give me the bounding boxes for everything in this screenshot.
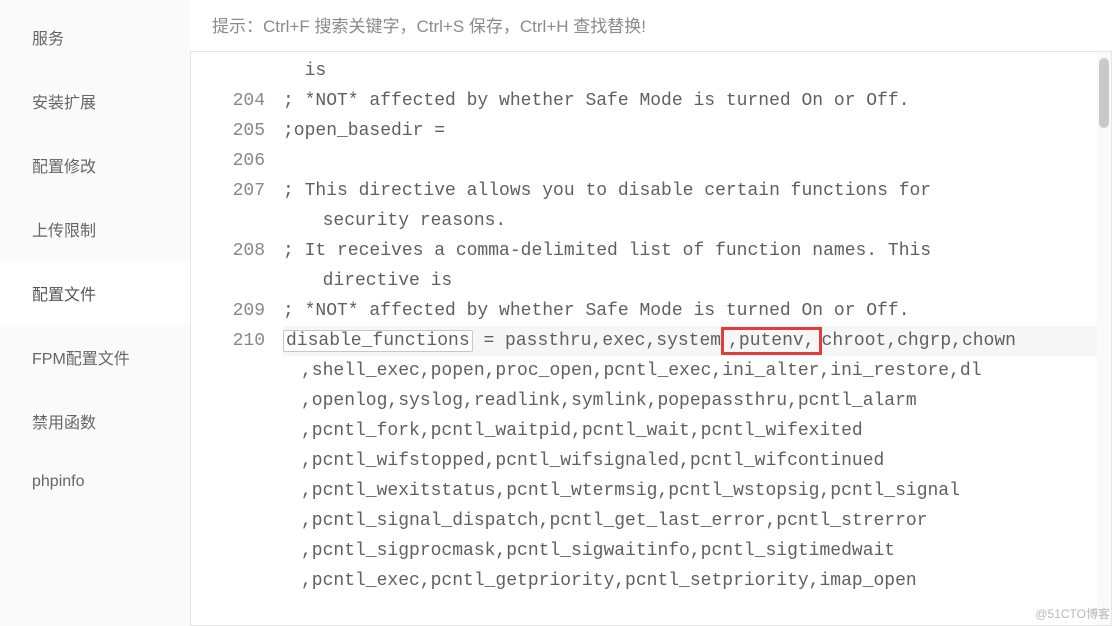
- line-gutter: 204205206207208209210: [191, 52, 283, 625]
- hint-text: 提示：Ctrl+F 搜索关键字，Ctrl+S 保存，Ctrl+H 查找替换!: [190, 0, 1116, 51]
- sidebar-item-7[interactable]: phpinfo: [0, 453, 190, 511]
- code-line[interactable]: ; This directive allows you to disable c…: [283, 176, 1111, 206]
- code-line[interactable]: ,pcntl_wifstopped,pcntl_wifsignaled,pcnt…: [283, 446, 1111, 476]
- code-line[interactable]: ,pcntl_sigprocmask,pcntl_sigwaitinfo,pcn…: [283, 536, 1111, 566]
- code-line[interactable]: ,pcntl_signal_dispatch,pcntl_get_last_er…: [283, 506, 1111, 536]
- sidebar-item-0[interactable]: 服务: [0, 5, 190, 69]
- code-line[interactable]: ; *NOT* affected by whether Safe Mode is…: [283, 86, 1111, 116]
- code-line[interactable]: ,openlog,syslog,readlink,symlink,popepas…: [283, 386, 1111, 416]
- code-line[interactable]: is: [283, 56, 1111, 86]
- sidebar-item-4[interactable]: 配置文件: [0, 261, 190, 325]
- sidebar: 服务安装扩展配置修改上传限制配置文件FPM配置文件禁用函数phpinfo: [0, 0, 190, 626]
- sidebar-item-3[interactable]: 上传限制: [0, 197, 190, 261]
- code-line[interactable]: security reasons.: [283, 206, 1111, 236]
- sidebar-item-6[interactable]: 禁用函数: [0, 389, 190, 453]
- code-line[interactable]: ;open_basedir =: [283, 116, 1111, 146]
- code-line[interactable]: ,shell_exec,popen,proc_open,pcntl_exec,i…: [283, 356, 1111, 386]
- code-editor[interactable]: 204205206207208209210 is; *NOT* affected…: [191, 52, 1111, 625]
- highlighted-keyword: disable_functions: [283, 330, 473, 352]
- code-line[interactable]: ; *NOT* affected by whether Safe Mode is…: [283, 296, 1111, 326]
- sidebar-item-2[interactable]: 配置修改: [0, 133, 190, 197]
- code-line[interactable]: disable_functions = passthru,exec,system…: [283, 326, 1111, 356]
- editor-container: 204205206207208209210 is; *NOT* affected…: [190, 51, 1112, 626]
- red-highlight-box: ,putenv,: [721, 327, 821, 355]
- sidebar-item-1[interactable]: 安装扩展: [0, 69, 190, 133]
- scrollbar-thumb[interactable]: [1099, 58, 1109, 128]
- sidebar-item-5[interactable]: FPM配置文件: [0, 325, 190, 389]
- code-line[interactable]: directive is: [283, 266, 1111, 296]
- code-line[interactable]: ; It receives a comma-delimited list of …: [283, 236, 1111, 266]
- code-content[interactable]: is; *NOT* affected by whether Safe Mode …: [283, 52, 1111, 625]
- code-line[interactable]: [283, 146, 1111, 176]
- code-line[interactable]: ,pcntl_wexitstatus,pcntl_wtermsig,pcntl_…: [283, 476, 1111, 506]
- code-line[interactable]: ,pcntl_exec,pcntl_getpriority,pcntl_setp…: [283, 566, 1111, 596]
- main-panel: 提示：Ctrl+F 搜索关键字，Ctrl+S 保存，Ctrl+H 查找替换! 2…: [190, 0, 1116, 626]
- code-line[interactable]: ,pcntl_fork,pcntl_waitpid,pcntl_wait,pcn…: [283, 416, 1111, 446]
- vertical-scrollbar[interactable]: [1097, 52, 1111, 625]
- watermark: @51CTO博客: [1035, 605, 1110, 622]
